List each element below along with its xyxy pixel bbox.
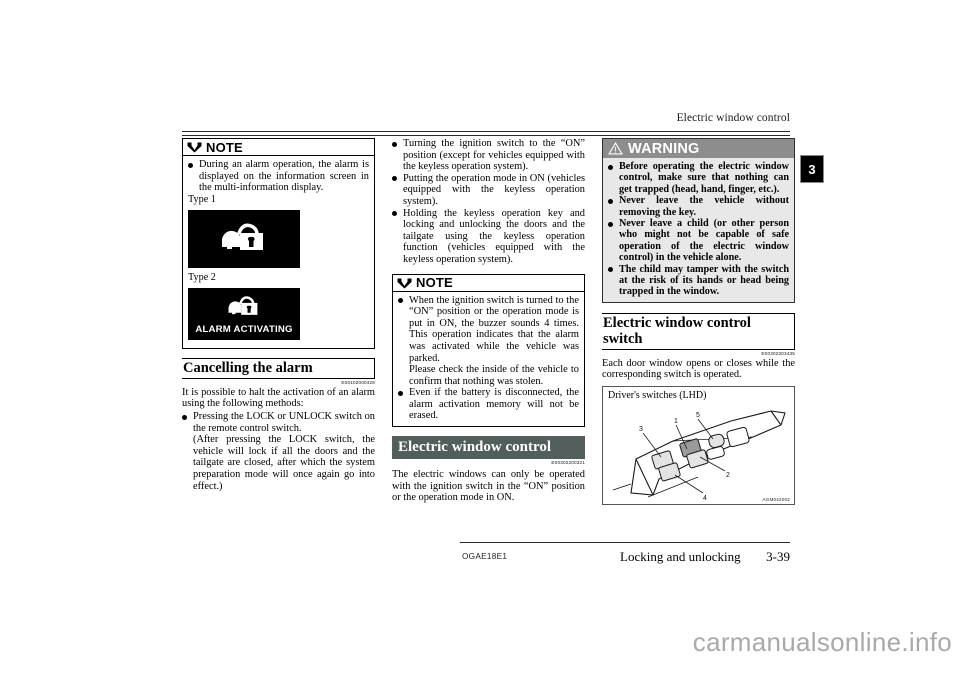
warning-body: Before operating the electric window con… xyxy=(603,158,794,302)
note-bullet-list: When the ignition switch is turned to th… xyxy=(398,295,579,423)
note-bullet-text: During an alarm operation, the alarm is … xyxy=(199,159,369,194)
header-rule xyxy=(182,131,790,136)
note-header: NOTE xyxy=(393,275,584,292)
warning-bullet-text: The child may tamper with the switch at … xyxy=(619,263,789,298)
footer-rule xyxy=(460,542,790,543)
bullet-dot-icon xyxy=(398,298,403,304)
note-bullet-list: During an alarm operation, the alarm is … xyxy=(188,159,369,194)
list-item: Holding the keyless operation key and lo… xyxy=(392,208,585,266)
column-left: NOTE During an alarm operation, the alar… xyxy=(182,138,375,492)
list-item: The child may tamper with the switch at … xyxy=(608,264,789,298)
callout-1: 1 xyxy=(674,418,678,425)
section-heading-window-control-switch: Electric window control switch xyxy=(602,312,795,350)
section-lead-text: It is possible to halt the activation of… xyxy=(182,386,375,410)
illustration-driver-switches: Driver's switches (LHD) 1 2 3 4 5 AGM042… xyxy=(602,386,795,506)
callout-2: 2 xyxy=(726,472,730,479)
type1-caption: Type 1 xyxy=(188,193,216,205)
warning-box: WARNING Before operating the electric wi… xyxy=(602,138,795,303)
site-watermark: carmanualsonline.info xyxy=(692,627,952,657)
list-item: Never leave a child (or other person who… xyxy=(608,218,789,264)
section-title: Electric window control switch xyxy=(602,312,795,349)
car-lock-icon xyxy=(217,219,271,258)
bullet-dot-icon xyxy=(188,162,193,168)
reference-code: E00302200321 xyxy=(551,460,585,466)
wings-icon xyxy=(187,141,202,153)
chapter-tab: 3 xyxy=(800,155,824,183)
banner-section-body: The electric windows can only be operate… xyxy=(392,469,585,504)
car-lock-icon xyxy=(225,293,263,322)
note-bullet-extra: Please check the inside of the vehicle t… xyxy=(409,364,579,387)
list-item: Pressing the LOCK or UNLOCK switch on th… xyxy=(182,411,375,492)
bullet-dot-icon xyxy=(392,176,397,182)
warning-header: WARNING xyxy=(603,139,794,158)
running-header: Electric window control xyxy=(676,112,790,124)
bullet-dot-icon xyxy=(608,221,613,227)
alarm-activating-text: ALARM ACTIVATING xyxy=(195,323,293,335)
section-title: Cancelling the alarm xyxy=(182,357,375,378)
banner-heading-electric-window-control: Electric window control xyxy=(392,436,585,460)
bullet-main-text: Pressing the LOCK or UNLOCK switch on th… xyxy=(193,410,375,434)
warning-bullet-text: Never leave the vehicle without removing… xyxy=(619,195,789,218)
column-middle: Turning the ignition switch to the “ON” … xyxy=(392,138,585,504)
bullet-text: Putting the operation mode in ON (vehicl… xyxy=(403,172,585,207)
list-item: Before operating the electric window con… xyxy=(608,161,789,195)
type2-caption: Type 2 xyxy=(188,271,216,283)
list-item: Putting the operation mode in ON (vehicl… xyxy=(392,173,585,208)
callout-3: 3 xyxy=(639,426,643,433)
note-header: NOTE xyxy=(183,139,374,156)
note-body: When the ignition switch is turned to th… xyxy=(393,292,584,427)
note-label: NOTE xyxy=(206,139,243,155)
callout-5: 5 xyxy=(696,412,700,419)
bullet-extra-text: (After pressing the LOCK switch, the veh… xyxy=(193,434,375,492)
reference-code: E00302303435 xyxy=(761,350,795,356)
list-item: Turning the ignition switch to the “ON” … xyxy=(392,138,585,173)
bullet-dot-icon xyxy=(608,164,613,170)
bullet-dot-icon xyxy=(392,141,397,147)
callout-4: 4 xyxy=(703,495,707,502)
section-underline xyxy=(182,377,375,379)
illustration-code: AGM042002 xyxy=(762,497,790,503)
section-body-text: Each door window opens or closes while t… xyxy=(602,357,795,381)
warning-bullet-text: Before operating the electric window con… xyxy=(619,161,789,195)
bullet-text: Turning the ignition switch to the “ON” … xyxy=(403,138,585,173)
warning-label: WARNING xyxy=(628,140,700,157)
column-right: WARNING Before operating the electric wi… xyxy=(602,138,795,506)
door-trim-switch-diagram: 1 2 3 4 5 xyxy=(612,410,786,502)
lcd-display-type2: ALARM ACTIVATING xyxy=(188,287,300,340)
footer-doc-code: OGAE18E1 xyxy=(462,552,508,561)
note-box-buzzer: NOTE When the ignition switch is turned … xyxy=(392,273,585,428)
list-item: Even if the battery is disconnected, the… xyxy=(398,387,579,422)
note-body: During an alarm operation, the alarm is … xyxy=(183,156,374,348)
bullet-dot-icon xyxy=(392,211,397,217)
alarm-trigger-list: Turning the ignition switch to the “ON” … xyxy=(392,138,585,266)
lcd-display-type1 xyxy=(188,209,300,268)
list-item: When the ignition switch is turned to th… xyxy=(398,295,579,388)
bullet-dot-icon xyxy=(608,267,613,273)
note-label: NOTE xyxy=(416,275,453,291)
wings-icon xyxy=(397,277,412,289)
list-item: Never leave the vehicle without removing… xyxy=(608,195,789,218)
warning-bullet-list: Before operating the electric window con… xyxy=(608,161,789,298)
note-bullet-text: Even if the battery is disconnected, the… xyxy=(409,387,579,422)
bullet-dot-icon xyxy=(608,198,613,204)
footer-chapter-title: Locking and unlocking xyxy=(620,549,741,564)
note-bullet-text: When the ignition switch is turned to th… xyxy=(409,294,579,364)
bullet-text: Holding the keyless operation key and lo… xyxy=(403,207,585,265)
footer-page-number: 3-39 xyxy=(766,549,790,564)
bullet-dot-icon xyxy=(398,390,403,396)
list-item: During an alarm operation, the alarm is … xyxy=(188,159,369,194)
note-box-alarm-display: NOTE During an alarm operation, the alar… xyxy=(182,138,375,349)
reference-code: E00102000428 xyxy=(341,379,375,385)
cancel-methods-list: Pressing the LOCK or UNLOCK switch on th… xyxy=(182,411,375,492)
warning-bullet-text: Never leave a child (or other person who… xyxy=(619,218,789,264)
warning-triangle-icon xyxy=(608,142,623,155)
section-underline xyxy=(602,348,795,350)
bullet-dot-icon xyxy=(182,414,187,420)
manual-page: Electric window control 3 NOTE During an… xyxy=(0,0,960,679)
section-heading-cancelling-alarm: Cancelling the alarm xyxy=(182,357,375,379)
